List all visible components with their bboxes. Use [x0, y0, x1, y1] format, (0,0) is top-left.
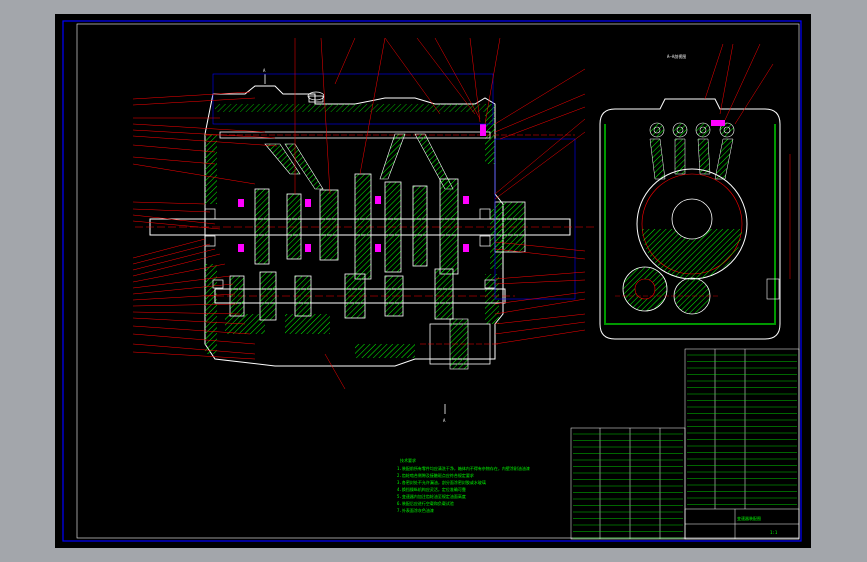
tech-req-line: 5.变速器内加注齿轮油至规定油面高度	[397, 493, 466, 499]
tech-req-line: 2.齿轮啮合侧隙及接触斑点应符合规定要求	[397, 472, 474, 478]
tech-req-title: 技术要求	[400, 457, 416, 463]
tech-req-line: 1.装配前所有零件均应清洗干净，箱体内不得有杂物存在，内壁涂耐油油漆	[397, 465, 530, 471]
cad-viewport[interactable]: A A A—A剖视图 技术要求 1.装配前所有零件均应清洗干净，箱体内不得有杂物…	[55, 14, 811, 548]
tech-req-line: 7.外表面涂灰色油漆	[397, 507, 434, 513]
section-mark-bottom: A	[443, 418, 446, 423]
section-mark-top: A	[263, 68, 266, 73]
title-block-scale: 1:1	[770, 530, 778, 535]
tech-req-line: 4.换挡操纵机构应灵活，定位准确可靠	[397, 486, 466, 492]
title-block-title: 变速器装配图	[737, 515, 761, 521]
tech-req-line: 3.各密封处不允许漏油，剖分面涂密封胶或水玻璃	[397, 479, 486, 485]
tech-req-line: 6.装配后应进行空载和负载试验	[397, 500, 454, 506]
side-section-view: A—A剖视图	[599, 43, 791, 340]
technical-requirements: 技术要求 1.装配前所有零件均应清洗干净，箱体内不得有杂物存在，内壁涂耐油油漆 …	[397, 457, 530, 513]
section-view-label: A—A剖视图	[667, 53, 686, 59]
assembly-drawing: A A A—A剖视图 技术要求 1.装配前所有零件均应清洗干净，箱体内不得有杂物…	[62, 20, 802, 542]
parts-list	[570, 348, 800, 540]
